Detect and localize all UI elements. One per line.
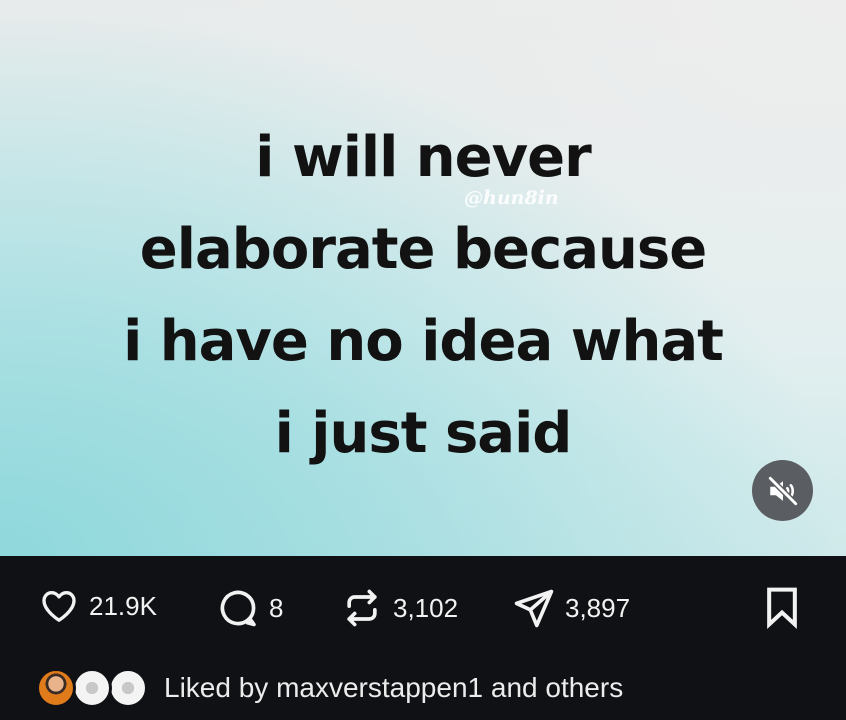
quote-text: i will never elaborate because i have no…: [0, 112, 846, 480]
post-media[interactable]: i will never elaborate because i have no…: [0, 0, 846, 556]
quote-line: elaborate because: [139, 217, 707, 282]
repost-count: 3,102: [393, 592, 459, 623]
avatar[interactable]: [72, 668, 112, 708]
share-icon: [514, 589, 554, 628]
speaker-muted-icon: [766, 474, 799, 507]
quote-line: i just said: [274, 401, 573, 466]
bookmark-button[interactable]: [760, 584, 804, 635]
repost-icon: [347, 589, 377, 627]
liked-by-prefix: Liked by: [164, 672, 277, 703]
quote-line: i will never: [255, 125, 591, 190]
mute-button[interactable]: [752, 460, 813, 521]
quote-line: i have no idea what: [123, 309, 724, 374]
avatar[interactable]: [36, 668, 76, 708]
share-button[interactable]: 3,897: [512, 586, 630, 630]
liker-avatars[interactable]: [36, 668, 150, 708]
heart-icon: [42, 591, 76, 622]
bookmark-icon: [767, 587, 797, 630]
repost-button[interactable]: 3,102: [340, 586, 458, 630]
liked-by-text: Liked by maxverstappen1 and others: [164, 672, 623, 704]
liked-by-user-link[interactable]: maxverstappen1: [276, 672, 483, 703]
comment-button[interactable]: 8: [216, 586, 283, 630]
liked-by-row[interactable]: Liked by maxverstappen1 and others: [36, 668, 623, 708]
comment-count: 8: [269, 592, 284, 623]
like-button[interactable]: 21.9K: [38, 586, 157, 626]
avatar[interactable]: [108, 668, 148, 708]
comment-icon: [220, 590, 256, 627]
like-count: 21.9K: [89, 590, 157, 621]
watermark: @hun8in: [464, 187, 559, 209]
share-count: 3,897: [565, 592, 631, 623]
liked-by-suffix: and others: [483, 672, 624, 703]
